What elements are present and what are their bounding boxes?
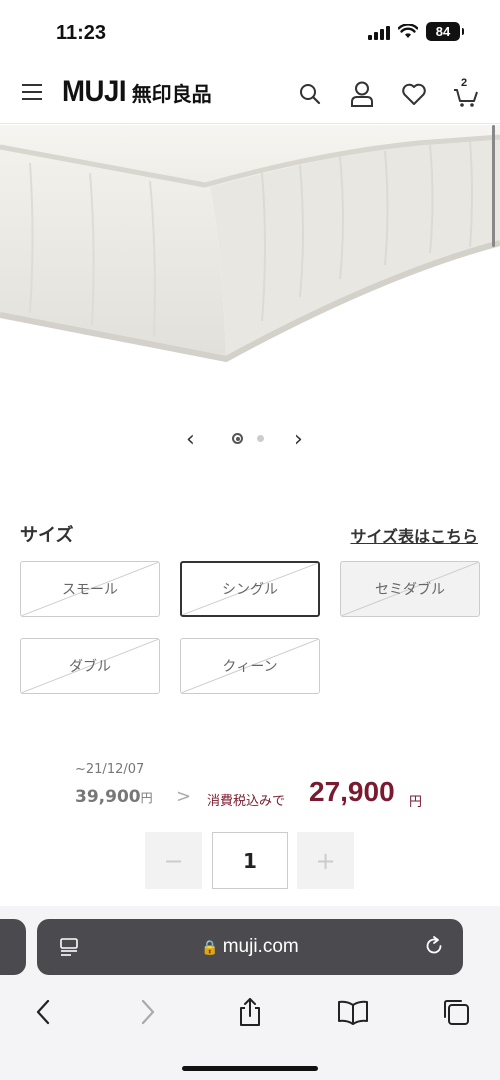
account-icon[interactable] — [346, 78, 378, 110]
size-option-label: セミダブル — [375, 582, 445, 598]
price-arrow-icon: > — [176, 786, 192, 807]
size-option-double[interactable]: ダブル — [20, 638, 160, 694]
size-option-semi-double[interactable]: セミダブル — [340, 561, 480, 617]
old-price-unit: 円 — [140, 791, 153, 805]
size-option-label: シングル — [222, 582, 278, 598]
carousel-dot-active[interactable] — [232, 433, 243, 444]
quantity-input[interactable]: 1 — [212, 832, 288, 889]
forward-icon[interactable] — [129, 994, 165, 1030]
share-icon[interactable] — [232, 994, 268, 1030]
current-price: 27,900 — [309, 776, 395, 807]
cellular-signal-icon — [368, 24, 390, 40]
old-price-value: 39,900 — [75, 787, 141, 807]
reload-icon[interactable] — [423, 935, 445, 957]
address-bar[interactable]: 🔒 muji.com — [37, 919, 463, 975]
size-section-title: サイズ — [20, 525, 74, 546]
home-indicator[interactable] — [182, 1066, 318, 1071]
tax-included-label: 消費税込みで — [207, 794, 286, 809]
old-price-date: ~21/12/07 — [75, 762, 145, 777]
lock-icon: 🔒 — [201, 939, 219, 955]
browser-toolbar — [0, 988, 500, 1036]
carousel-dot[interactable] — [257, 435, 264, 442]
product-image[interactable] — [0, 125, 500, 410]
back-icon[interactable] — [26, 994, 62, 1030]
size-chart-link[interactable]: サイズ表はこちら — [350, 523, 478, 547]
carousel-next-button[interactable]: › — [294, 427, 303, 452]
size-option-queen[interactable]: クィーン — [180, 638, 320, 694]
search-icon[interactable] — [294, 78, 326, 110]
site-header: MUJI 無印良品 2 — [0, 62, 500, 124]
mattress-image — [0, 125, 500, 363]
old-price: 39,900円 — [75, 787, 153, 807]
image-carousel-controls: ‹ › — [0, 425, 500, 453]
size-option-single[interactable]: シングル — [180, 561, 320, 617]
url-domain: muji.com — [222, 936, 299, 957]
quantity-decrease-button[interactable]: − — [145, 832, 202, 889]
page-scrollbar[interactable] — [492, 125, 495, 247]
size-option-label: ダブル — [69, 659, 111, 675]
logo-text-en: MUJI — [62, 75, 127, 108]
tabs-icon[interactable] — [438, 994, 474, 1030]
wifi-icon — [398, 24, 418, 38]
muji-logo[interactable]: MUJI 無印良品 — [62, 75, 212, 109]
status-icons: 84 — [368, 22, 464, 41]
cart-count-badge: 2 — [461, 77, 468, 89]
bookmarks-icon[interactable] — [335, 994, 371, 1030]
url-text: 🔒 muji.com — [37, 936, 463, 958]
size-option-small[interactable]: スモール — [20, 561, 160, 617]
carousel-prev-button[interactable]: ‹ — [186, 427, 195, 452]
logo-text-jp: 無印良品 — [131, 82, 212, 106]
current-price-unit: 円 — [409, 795, 423, 810]
status-bar: 11:23 84 — [0, 0, 500, 62]
favorite-heart-icon[interactable] — [398, 78, 430, 110]
battery-indicator: 84 — [426, 22, 464, 41]
size-option-label: クィーン — [222, 659, 278, 675]
hamburger-menu-icon[interactable] — [22, 84, 42, 100]
browser-bottom-bar: 🔒 muji.com — [0, 906, 500, 1080]
cart-icon[interactable]: 2 — [450, 77, 482, 110]
status-time: 11:23 — [56, 22, 107, 44]
quantity-increase-button[interactable]: + — [297, 832, 354, 889]
size-option-label: スモール — [62, 582, 118, 598]
header-actions: 2 — [294, 77, 482, 110]
previous-tab-peek[interactable] — [0, 919, 26, 975]
